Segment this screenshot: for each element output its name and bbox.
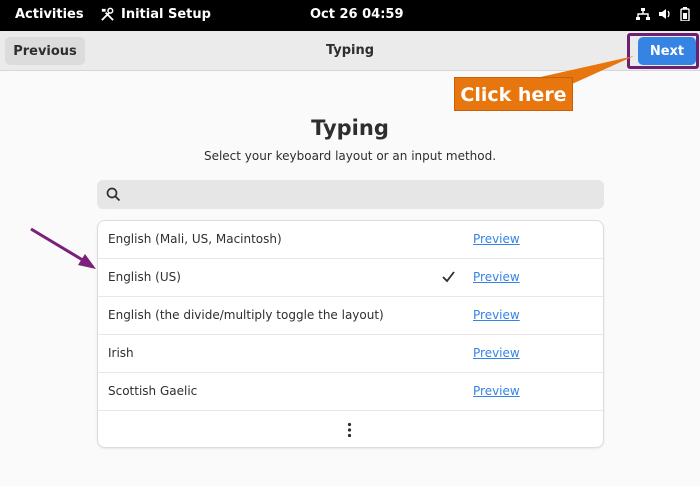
tools-icon (101, 7, 114, 21)
top-bar: Activities Initial Setup Oct 26 04:59 (0, 0, 700, 31)
more-vertical-icon (347, 422, 352, 438)
preview-link[interactable]: Preview (473, 346, 520, 360)
system-tray[interactable] (636, 7, 690, 21)
layout-row[interactable]: English (the divide/multiply toggle the … (98, 297, 603, 335)
layout-list: English (Mali, US, Macintosh) Preview En… (97, 220, 604, 448)
arrow-head (78, 254, 96, 269)
clock[interactable]: Oct 26 04:59 (310, 7, 404, 22)
header-bar: Previous Typing (0, 31, 700, 71)
activities-button[interactable]: Activities (15, 7, 84, 22)
battery-icon (680, 7, 690, 21)
preview-link[interactable]: Preview (473, 308, 520, 322)
layout-row[interactable]: English (Mali, US, Macintosh) Preview (98, 221, 603, 259)
page-title: Typing (311, 116, 389, 140)
next-button[interactable]: Next (638, 37, 696, 65)
layout-name: English (Mali, US, Macintosh) (108, 232, 282, 246)
network-icon (636, 8, 650, 20)
app-menu[interactable]: Initial Setup (100, 7, 211, 22)
layout-row-selected[interactable]: English (US) Preview (98, 259, 603, 297)
layout-name: English (US) (108, 270, 181, 284)
layout-row[interactable]: Scottish Gaelic Preview (98, 373, 603, 411)
preview-link[interactable]: Preview (473, 270, 520, 284)
layout-row[interactable]: Irish Preview (98, 335, 603, 373)
layout-name: Scottish Gaelic (108, 384, 198, 398)
app-name: Initial Setup (121, 7, 211, 22)
search-icon (106, 187, 121, 202)
search-field[interactable] (97, 180, 604, 209)
click-here-callout: Click here (454, 77, 573, 111)
layout-name: English (the divide/multiply toggle the … (108, 308, 384, 322)
previous-button[interactable]: Previous (5, 37, 85, 65)
volume-icon (659, 9, 670, 19)
page-subtitle: Select your keyboard layout or an input … (203, 149, 497, 163)
header-title: Typing (325, 43, 375, 58)
checkmark-icon (442, 271, 455, 283)
search-input[interactable] (127, 183, 597, 206)
arrow-shaft (30, 227, 87, 264)
layout-name: Irish (108, 346, 134, 360)
preview-link[interactable]: Preview (473, 232, 520, 246)
preview-link[interactable]: Preview (473, 384, 520, 398)
more-layouts-button[interactable] (98, 411, 603, 447)
